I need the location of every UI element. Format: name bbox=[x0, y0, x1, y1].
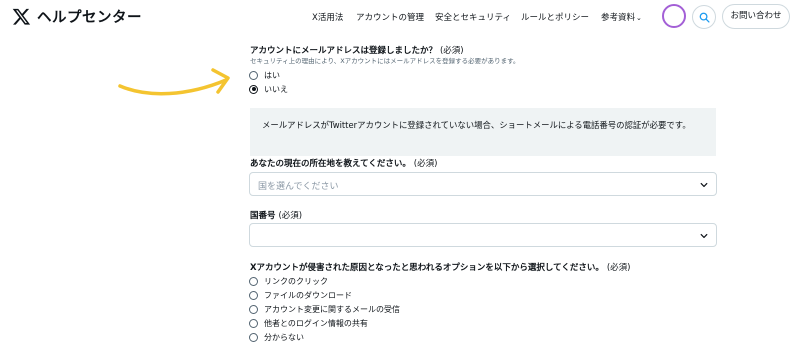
radio-option-file-download[interactable]: ファイルのダウンロード bbox=[249, 289, 352, 301]
search-button[interactable] bbox=[692, 5, 716, 29]
radio-button[interactable] bbox=[249, 304, 258, 314]
search-icon bbox=[699, 12, 710, 23]
radio-option-shared-login[interactable]: 他者とのログイン情報の共有 bbox=[249, 317, 368, 329]
country-select[interactable]: 国を選んでください bbox=[249, 172, 717, 196]
contact-button[interactable]: お問い合わせ bbox=[722, 4, 790, 29]
nav-item-account-management[interactable]: アカウントの管理 bbox=[356, 11, 424, 23]
nav-item-safety-security[interactable]: 安全とセキュリティ bbox=[435, 11, 511, 23]
avatar[interactable] bbox=[662, 4, 686, 28]
logo[interactable]: ヘルプセンター bbox=[12, 6, 142, 27]
chevron-down-icon bbox=[700, 182, 708, 188]
chevron-down-icon bbox=[700, 233, 708, 239]
nav-item-x-usage[interactable]: X活用法 bbox=[312, 11, 343, 23]
logo-text: ヘルプセンター bbox=[37, 10, 142, 26]
country-code-question-title: 国番号 (必須) bbox=[250, 211, 303, 221]
nav-item-rules-policies[interactable]: ルールとポリシー bbox=[521, 11, 589, 23]
radio-button[interactable] bbox=[249, 276, 258, 286]
chevron-down-icon: ⌄ bbox=[636, 14, 642, 22]
info-box: メールアドレスがTwitterアカウントに登録されていない場合、ショートメールに… bbox=[250, 108, 716, 156]
country-select-placeholder: 国を選んでください bbox=[258, 182, 339, 192]
required-marker: (必須) bbox=[413, 159, 438, 169]
radio-button[interactable] bbox=[249, 70, 258, 80]
x-logo-icon bbox=[12, 8, 31, 25]
nav-item-resources[interactable]: 参考資料⌄ bbox=[601, 11, 642, 23]
country-code-select[interactable] bbox=[249, 223, 717, 247]
email-question-subtitle: セキュリティ上の理由により、Xアカウントにはメールアドレスを登録する必要がありま… bbox=[250, 57, 520, 65]
radio-option-yes[interactable]: はい bbox=[249, 69, 280, 81]
annotation-arrow-icon bbox=[118, 68, 230, 96]
radio-button-selected[interactable] bbox=[249, 84, 258, 94]
radio-option-no[interactable]: いいえ bbox=[249, 83, 288, 95]
location-question-title: あなたの現在の所在地を教えてください。 (必須) bbox=[250, 159, 438, 169]
radio-button[interactable] bbox=[249, 290, 258, 300]
required-marker: (必須) bbox=[278, 211, 303, 221]
radio-option-dont-know[interactable]: 分からない bbox=[249, 331, 304, 343]
info-text: メールアドレスがTwitterアカウントに登録されていない場合、ショートメールに… bbox=[262, 120, 691, 130]
radio-button[interactable] bbox=[249, 332, 258, 342]
radio-option-account-change-email[interactable]: アカウント変更に関するメールの受信 bbox=[249, 303, 400, 315]
site-header: ヘルプセンター X活用法 アカウントの管理 安全とセキュリティ ルールとポリシー… bbox=[0, 0, 800, 34]
required-marker: (必須) bbox=[606, 263, 631, 273]
radio-button[interactable] bbox=[249, 318, 258, 328]
compromise-cause-question-title: Xアカウントが侵害された原因となったと思われるオプションを以下から選択してくださ… bbox=[250, 263, 631, 273]
radio-option-link-click[interactable]: リンクのクリック bbox=[249, 275, 328, 287]
